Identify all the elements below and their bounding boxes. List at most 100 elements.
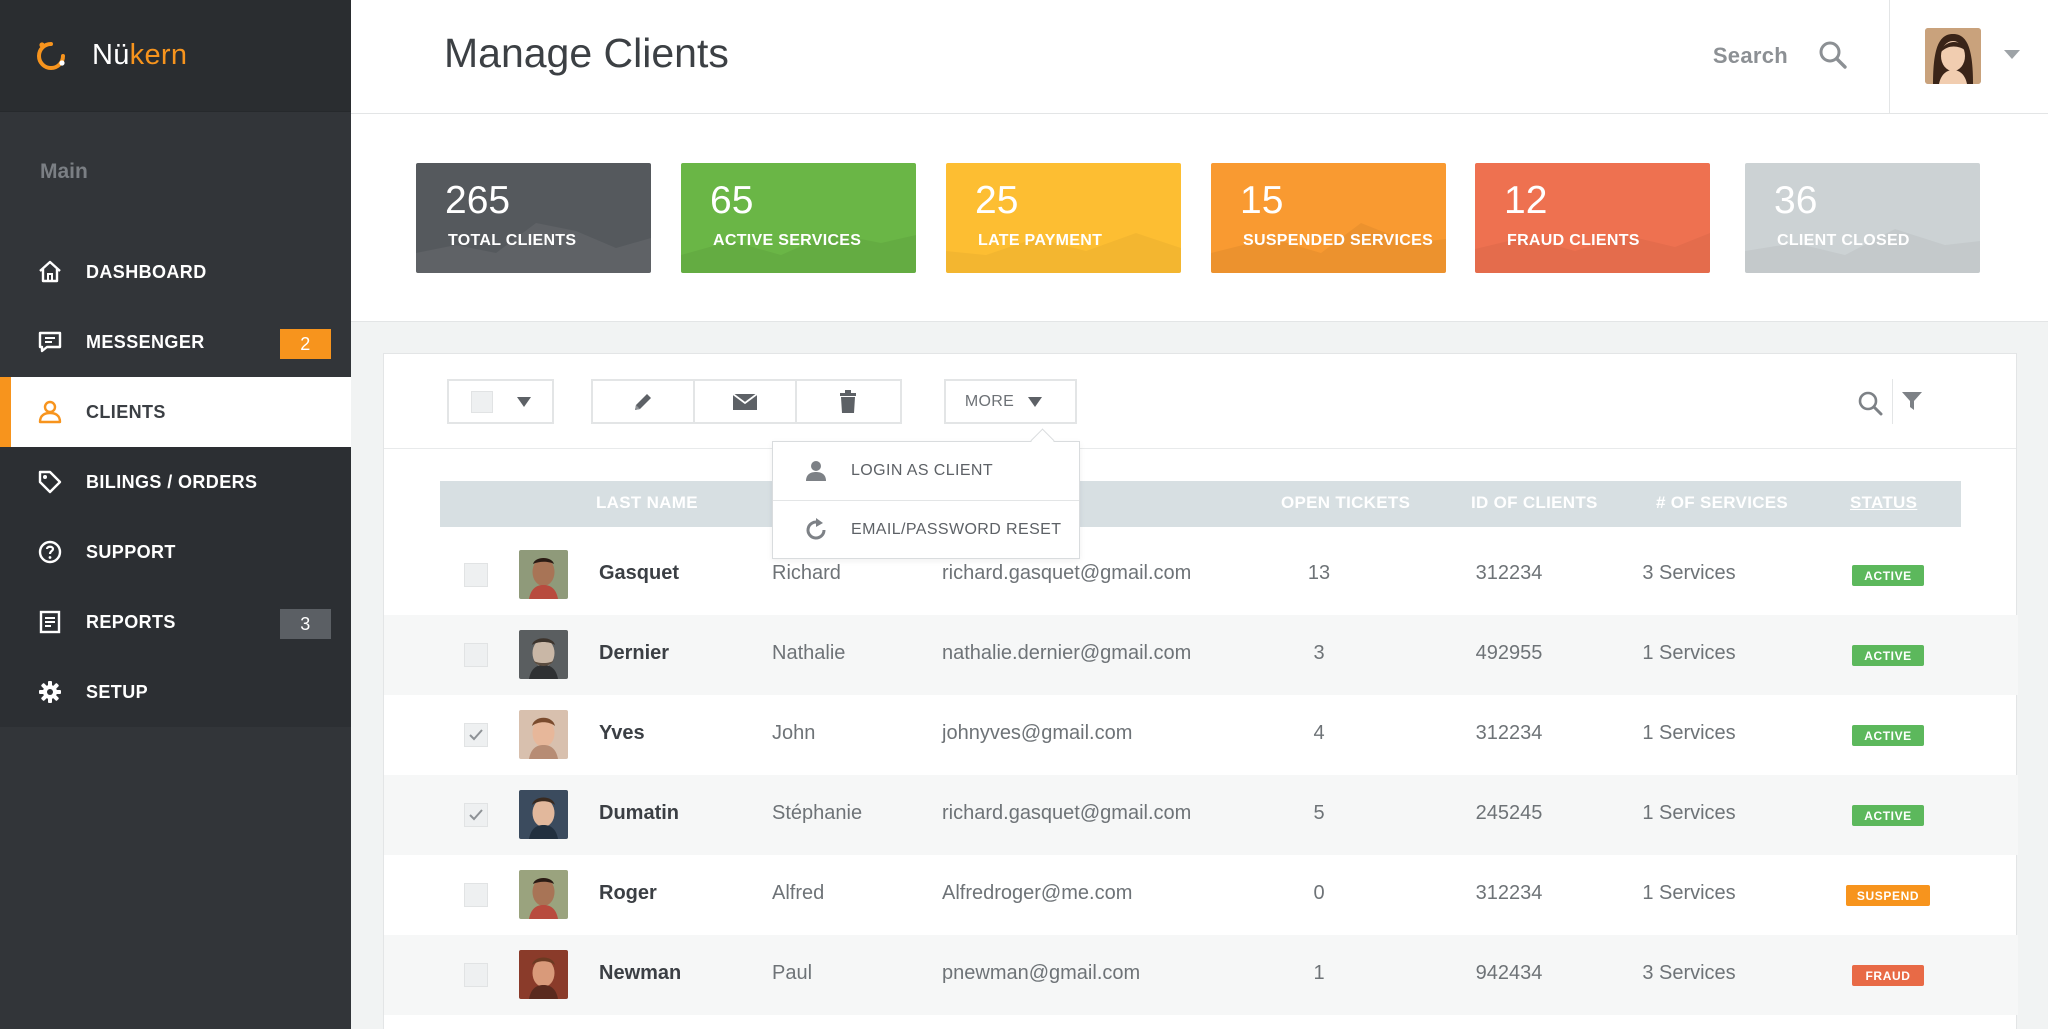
client-last-name: Roger: [599, 882, 657, 904]
more-label: MORE: [964, 392, 1015, 410]
sidebar: Nükern Main DASHBOARD MESSENGER 2 CLIENT…: [0, 0, 351, 1029]
report-icon: [36, 608, 64, 636]
chat-icon: [36, 328, 64, 356]
client-id: 312234: [1475, 722, 1543, 744]
stat-card-active-services[interactable]: 65 ACTIVE SERVICES: [681, 163, 916, 273]
client-open-tickets: 1: [1313, 962, 1325, 984]
sidebar-item-label: BILINGS / ORDERS: [86, 471, 258, 492]
client-email[interactable]: nathalie.dernier@gmail.com: [942, 642, 1191, 665]
client-email[interactable]: richard.gasquet@gmail.com: [942, 562, 1191, 585]
status-badge: ACTIVE: [1852, 805, 1924, 826]
menu-item-login-as-client[interactable]: LOGIN AS CLIENT: [773, 442, 1079, 500]
client-open-tickets: 5: [1313, 802, 1325, 824]
menu-item-email-password-reset[interactable]: EMAIL/PASSWORD RESET: [773, 500, 1079, 558]
stat-label: TOTAL CLIENTS: [448, 232, 577, 249]
client-open-tickets: 3: [1313, 642, 1325, 664]
row-checkbox[interactable]: [464, 563, 488, 587]
sidebar-item-support[interactable]: SUPPORT: [0, 517, 351, 587]
stat-value: 25: [975, 179, 1019, 222]
table-search-icon[interactable]: [1857, 390, 1883, 416]
nav-section-label: Main: [40, 160, 88, 183]
client-id: 312234: [1475, 562, 1543, 584]
client-email[interactable]: richard.gasquet@gmail.com: [942, 802, 1191, 825]
row-checkbox[interactable]: [464, 883, 488, 907]
stat-card-total-clients[interactable]: 265 TOTAL CLIENTS: [416, 163, 651, 273]
client-first-name: Nathalie: [772, 642, 846, 664]
row-action-group: [591, 379, 902, 424]
stat-value: 15: [1240, 179, 1284, 222]
client-avatar: [519, 550, 568, 599]
sidebar-item-messenger[interactable]: MESSENGER 2: [0, 307, 351, 377]
brand[interactable]: Nükern: [0, 0, 351, 112]
client-first-name: Paul: [772, 962, 813, 984]
email-button[interactable]: [695, 381, 797, 422]
header-divider: [1889, 0, 1890, 114]
toolbar-divider: [1892, 379, 1893, 424]
table-row[interactable]: Dumatin Stéphanie richard.gasquet@gmail.…: [384, 775, 2018, 855]
page-title: Manage Clients: [444, 30, 729, 76]
edit-button[interactable]: [593, 381, 695, 422]
menu-item-label: EMAIL/PASSWORD RESET: [851, 520, 1062, 538]
search-icon[interactable]: [1818, 40, 1850, 72]
sidebar-item-setup[interactable]: SETUP: [0, 657, 351, 727]
client-id: 245245: [1475, 802, 1543, 824]
more-actions-button[interactable]: MORE: [944, 379, 1077, 424]
table-row[interactable]: Dernier Nathalie nathalie.dernier@gmail.…: [384, 615, 2018, 695]
stat-value: 265: [445, 179, 511, 222]
sidebar-item-label: MESSENGER: [86, 331, 205, 352]
client-first-name: Alfred: [772, 882, 825, 904]
status-badge: FRAUD: [1852, 965, 1924, 986]
home-icon: [36, 258, 64, 286]
client-first-name: John: [772, 722, 816, 744]
column-header-status[interactable]: STATUS: [1850, 493, 1917, 513]
select-all-checkbox[interactable]: [470, 390, 493, 413]
column-header-open-tickets[interactable]: OPEN TICKETS: [1281, 493, 1410, 513]
client-email[interactable]: pnewman@gmail.com: [942, 962, 1140, 985]
client-email[interactable]: johnyves@gmail.com: [942, 722, 1132, 745]
pencil-icon: [635, 393, 651, 410]
row-checkbox[interactable]: [464, 963, 488, 987]
stat-label: FRAUD CLIENTS: [1507, 232, 1640, 249]
sidebar-item-label: REPORTS: [86, 611, 176, 632]
client-avatar: [519, 710, 568, 759]
search-label[interactable]: Search: [1713, 43, 1788, 69]
user-menu-chevron-down-icon[interactable]: [2004, 50, 2020, 59]
delete-button[interactable]: [797, 381, 899, 422]
person-icon: [803, 458, 829, 484]
table-row[interactable]: Yves John johnyves@gmail.com 4 312234 1 …: [384, 695, 2018, 775]
table-toolbar: MORE: [384, 354, 2016, 449]
sidebar-item-clients[interactable]: CLIENTS: [0, 377, 351, 447]
table-row[interactable]: Roger Alfred Alfredroger@me.com 0 312234…: [384, 855, 2018, 935]
sidebar-item-label: SUPPORT: [86, 541, 176, 562]
client-avatar: [519, 870, 568, 919]
client-last-name: Dernier: [599, 642, 670, 664]
stat-card-client-closed[interactable]: 36 CLIENT CLOSED: [1745, 163, 1980, 273]
client-last-name: Gasquet: [599, 562, 680, 584]
select-all-dropdown[interactable]: [447, 379, 554, 424]
table-row[interactable]: Gasquet Richard richard.gasquet@gmail.co…: [384, 535, 2018, 615]
row-checkbox[interactable]: [464, 803, 488, 827]
table-row[interactable]: Newman Paul pnewman@gmail.com 1 942434 3…: [384, 935, 2018, 1015]
top-header: Manage Clients Search: [351, 0, 2048, 114]
more-actions-menu: LOGIN AS CLIENT EMAIL/PASSWORD RESET: [772, 441, 1080, 559]
clients-panel: MORE LAST NAME OPEN TICKETS ID OF CLIENT…: [383, 353, 2018, 1029]
row-checkbox[interactable]: [464, 643, 488, 667]
filter-icon[interactable]: [1901, 390, 1923, 414]
stat-card-late-payment[interactable]: 25 LATE PAYMENT: [946, 163, 1181, 273]
column-header-client-id[interactable]: ID OF CLIENTS: [1471, 493, 1598, 513]
sidebar-item-dashboard[interactable]: DASHBOARD: [0, 237, 351, 307]
column-header-last-name[interactable]: LAST NAME: [596, 493, 698, 513]
user-avatar[interactable]: [1925, 28, 1981, 84]
column-header-services[interactable]: # OF SERVICES: [1656, 493, 1788, 513]
client-services: 1 Services: [1642, 722, 1736, 744]
stat-label: LATE PAYMENT: [978, 232, 1103, 249]
row-checkbox[interactable]: [464, 723, 488, 747]
client-last-name: Dumatin: [599, 802, 679, 824]
sidebar-item-reports[interactable]: REPORTS 3: [0, 587, 351, 657]
messenger-count-badge: 2: [280, 329, 331, 359]
stat-card-fraud-clients[interactable]: 12 FRAUD CLIENTS: [1475, 163, 1710, 273]
client-email[interactable]: Alfredroger@me.com: [942, 882, 1132, 905]
sidebar-item-label: SETUP: [86, 681, 149, 702]
stat-card-suspended-services[interactable]: 15 SUSPENDED SERVICES: [1211, 163, 1446, 273]
sidebar-item-billings[interactable]: BILINGS / ORDERS: [0, 447, 351, 517]
